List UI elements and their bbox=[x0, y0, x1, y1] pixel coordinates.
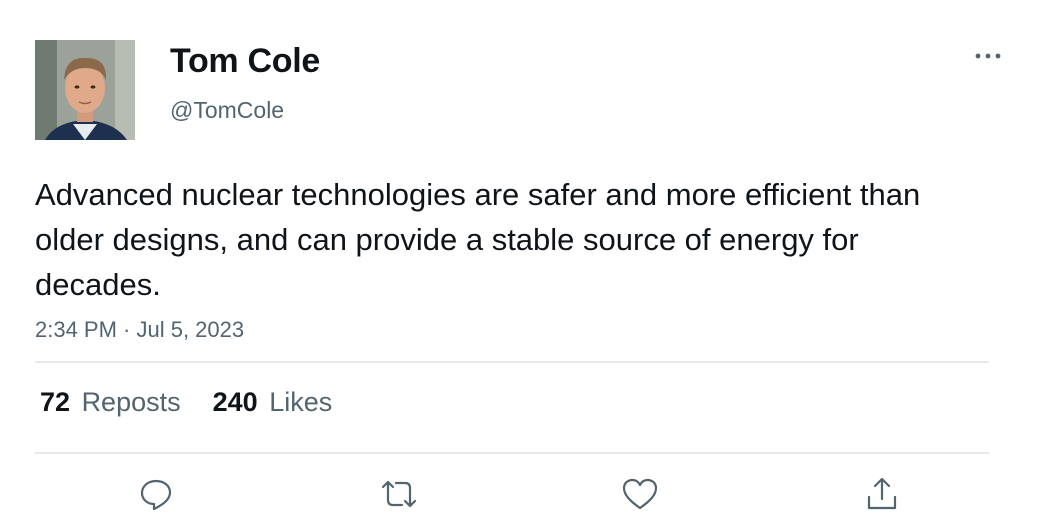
engagement-stats: 72 Reposts 240 Likes bbox=[40, 387, 332, 418]
likes-stat[interactable]: 240 Likes bbox=[213, 387, 333, 418]
likes-count: 240 bbox=[212, 387, 258, 417]
like-button[interactable] bbox=[618, 474, 662, 514]
author-handle[interactable]: @TomCole bbox=[170, 97, 284, 124]
tweet-timestamp[interactable]: 2:34 PM · Jul 5, 2023 bbox=[35, 317, 244, 343]
avatar[interactable] bbox=[35, 40, 135, 140]
divider bbox=[35, 361, 989, 363]
reposts-stat[interactable]: 72 Reposts bbox=[40, 387, 181, 418]
author-display-name[interactable]: Tom Cole bbox=[170, 42, 320, 81]
more-options-button[interactable] bbox=[968, 40, 1008, 70]
reply-icon bbox=[140, 479, 172, 511]
reply-button[interactable] bbox=[134, 474, 178, 514]
likes-label: Likes bbox=[269, 387, 333, 417]
more-dots-icon bbox=[975, 53, 1001, 59]
avatar-image bbox=[35, 40, 135, 140]
reposts-count: 72 bbox=[40, 387, 71, 417]
repost-button[interactable] bbox=[377, 474, 421, 514]
divider bbox=[35, 452, 989, 454]
tweet-text: Advanced nuclear technologies are safer … bbox=[35, 177, 921, 302]
share-button[interactable] bbox=[860, 474, 904, 514]
reposts-label: Reposts bbox=[81, 387, 181, 417]
share-icon bbox=[867, 477, 897, 510]
repost-icon bbox=[381, 480, 417, 508]
heart-icon bbox=[622, 478, 658, 510]
